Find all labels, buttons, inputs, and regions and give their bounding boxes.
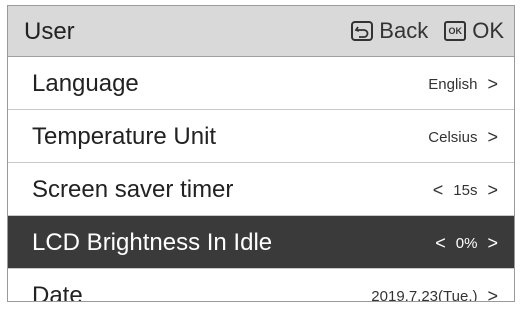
setting-label: Date [32,282,83,302]
setting-label: Language [32,70,139,97]
setting-value-group: 2019.7.23(Tue.) > [371,287,498,302]
back-label: Back [379,18,429,43]
setting-value: English [428,75,478,93]
ok-icon: OK [444,21,467,41]
setting-value: 15s [453,181,478,199]
chevron-right-icon[interactable]: > [487,75,498,93]
setting-value: 0% [455,234,478,252]
setting-value-group: English > [428,75,498,93]
setting-row-language[interactable]: Language English > [8,57,514,110]
page-title: User [24,18,75,45]
chevron-right-icon[interactable]: > [487,181,498,199]
setting-value-group: < 0% > [435,234,498,252]
chevron-left-icon[interactable]: < [435,234,446,252]
settings-screen: User Back OK OK Language English > Tempe… [7,5,515,302]
header-bar: User Back OK OK [8,6,514,57]
setting-row-screen-saver-timer[interactable]: Screen saver timer < 15s > [8,163,514,216]
ok-button[interactable]: OK OK [428,18,504,44]
back-icon [351,21,374,41]
setting-value-group: < 15s > [433,181,498,199]
setting-row-date[interactable]: Date 2019.7.23(Tue.) > [8,269,514,302]
chevron-right-icon[interactable]: > [487,287,498,301]
setting-value: 2019.7.23(Tue.) [371,287,478,302]
setting-row-lcd-brightness-idle[interactable]: LCD Brightness In Idle < 0% > [8,216,514,269]
chevron-right-icon[interactable]: > [487,234,498,252]
chevron-right-icon[interactable]: > [487,128,498,146]
header-actions: Back OK OK [351,18,504,44]
ok-label: OK [472,18,504,43]
setting-label: LCD Brightness In Idle [32,229,273,256]
setting-row-temperature-unit[interactable]: Temperature Unit Celsius > [8,110,514,163]
setting-value: Celsius [428,128,478,146]
setting-label: Screen saver timer [32,176,234,203]
back-button[interactable]: Back [351,18,428,44]
setting-value-group: Celsius > [428,128,498,146]
setting-label: Temperature Unit [32,123,217,150]
chevron-left-icon[interactable]: < [433,181,444,199]
